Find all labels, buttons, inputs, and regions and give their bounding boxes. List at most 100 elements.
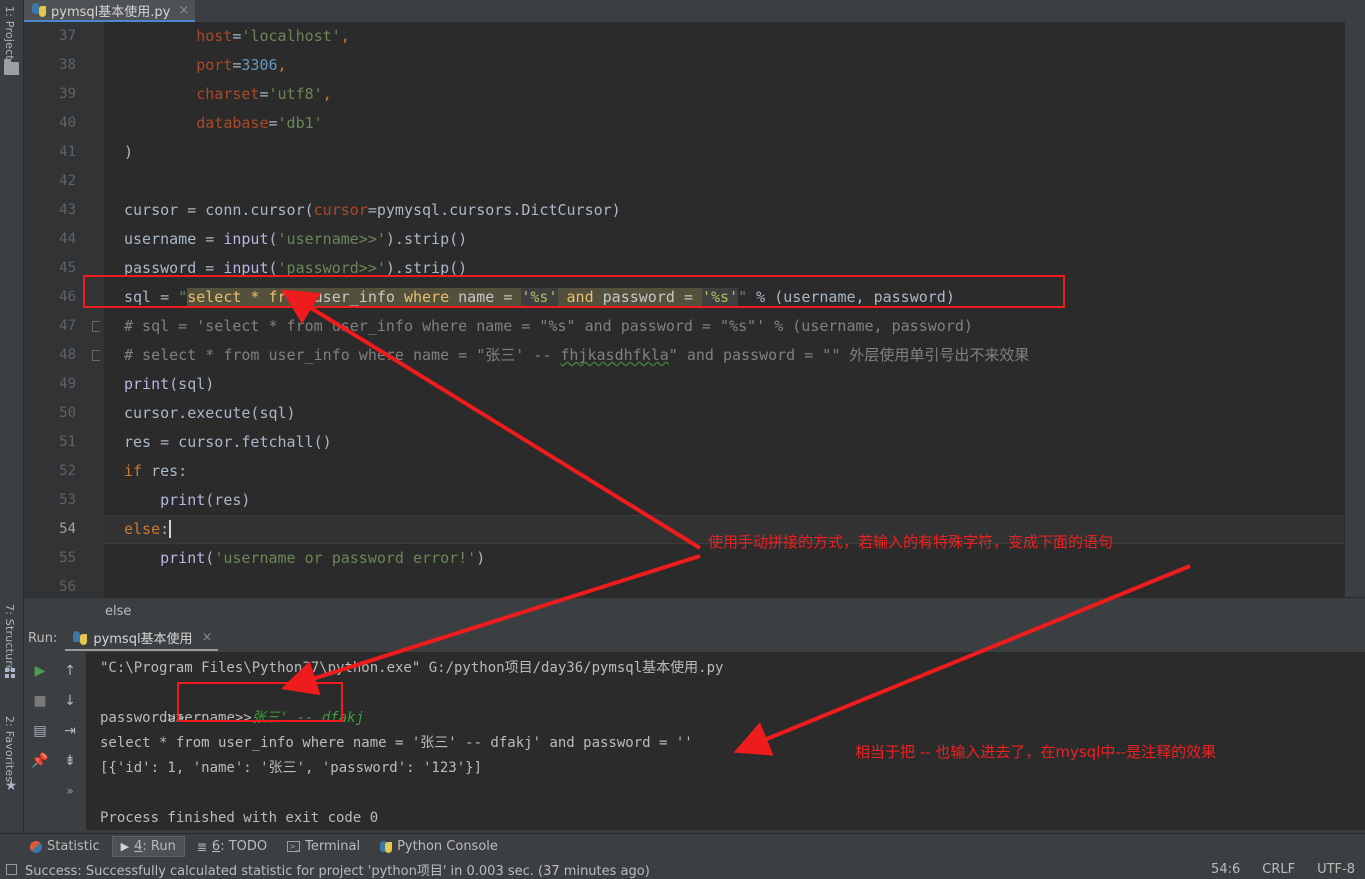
code-line[interactable]: port=3306, [104, 51, 1365, 80]
code-line[interactable]: charset='utf8', [104, 80, 1365, 109]
file-encoding[interactable]: UTF-8 [1317, 862, 1355, 877]
token-paren-open: ( [205, 549, 215, 567]
token-close-paren: ) [124, 143, 134, 161]
code-line-current[interactable]: else: [104, 515, 1365, 544]
token-comment-48-c: " and password = "" 外层使用单引号出不来效果 [668, 346, 1030, 364]
token-strip-call: ).strip() [385, 259, 468, 277]
rerun-button[interactable]: ▶ [26, 656, 54, 686]
code-line[interactable]: ) [104, 138, 1365, 167]
token-conn-cursor: conn.cursor( [205, 201, 314, 219]
more-button[interactable]: » [56, 776, 84, 806]
editor-scrollbar[interactable] [1344, 22, 1365, 597]
line-number: 49 [59, 376, 76, 392]
pin-button[interactable]: 📌 [26, 746, 54, 776]
bottom-item-run[interactable]: ▶ 4: Run [111, 836, 185, 857]
caret-position[interactable]: 54:6 [1211, 862, 1240, 877]
breadcrumb[interactable]: else [24, 597, 1365, 625]
run-console-output[interactable]: "C:\Program Files\Python37\python.exe" G… [86, 652, 1365, 830]
python-file-icon [32, 3, 46, 17]
token-host-value: 'localhost' [241, 27, 341, 45]
line-number: 39 [59, 86, 76, 102]
scroll-to-end-button[interactable]: ⇟ [56, 746, 84, 776]
token-sql-assign: sql = [124, 288, 179, 306]
console-line-username: username>>张三' -- dfakj [100, 681, 1365, 726]
code-line[interactable]: host='localhost', [104, 22, 1365, 51]
code-line[interactable] [104, 573, 1365, 597]
line-number: 45 [59, 260, 76, 276]
line-number: 43 [59, 202, 76, 218]
token-sql-eq: = [503, 288, 513, 306]
stop-button[interactable]: ■ [26, 686, 54, 716]
code-line[interactable]: database='db1' [104, 109, 1365, 138]
up-stacktrace-button[interactable]: ↑ [56, 656, 84, 686]
code-line[interactable]: res = cursor.fetchall() [104, 428, 1365, 457]
line-number: 53 [59, 492, 76, 508]
fold-marker-icon[interactable] [92, 350, 100, 361]
sidebar-item-favorites[interactable]: 2: Favorites [0, 712, 20, 786]
token-comment-48-typo: fhjkasdhfkla [560, 346, 669, 364]
code-line[interactable]: cursor = conn.cursor(cursor=pymysql.curs… [104, 196, 1365, 225]
code-line[interactable]: cursor.execute(sql) [104, 399, 1365, 428]
token-sql-placeholder-2: '%s' [702, 288, 739, 306]
code-line[interactable]: password = input('password>>').strip() [104, 254, 1365, 283]
code-line-comment[interactable]: # select * from user_info where name = "… [104, 341, 1365, 370]
run-window-header: Run: pymsql基本使用 × [24, 625, 1365, 652]
code-line-comment[interactable]: # sql = 'select * from user_info where n… [104, 312, 1365, 341]
python-config-icon [73, 630, 88, 645]
token-else-colon: : [160, 520, 170, 538]
line-number: 37 [59, 28, 76, 44]
folder-icon[interactable] [4, 59, 19, 75]
editor-tab-pymsql[interactable]: pymsql基本使用.py × [24, 0, 196, 22]
code-line[interactable]: if res: [104, 457, 1365, 486]
token-charset-value: 'utf8' [268, 85, 323, 103]
bottom-item-todo[interactable]: ≣ 6: TODO [189, 836, 275, 857]
editor-tab-bar: pymsql基本使用.py × [24, 0, 1365, 22]
code-line[interactable]: print(res) [104, 486, 1365, 515]
code-line[interactable]: print('username or password error!') [104, 544, 1365, 573]
bottom-item-terminal[interactable]: >_ Terminal [279, 836, 368, 857]
token-sql-star: * [250, 288, 260, 306]
close-icon[interactable]: × [202, 630, 213, 645]
run-config-tab[interactable]: pymsql基本使用 × [65, 626, 219, 651]
line-number: 47 [59, 318, 76, 334]
token-if-keyword: if [124, 462, 143, 480]
code-folding-gutter[interactable] [84, 22, 104, 597]
token-sql-eq: = [683, 288, 693, 306]
line-number: 56 [59, 579, 76, 595]
token-comment-47: # sql = 'select * from user_info where n… [124, 317, 973, 335]
code-editor[interactable]: 37 38 39 40 41 42 43 44 45 46 47 48 49 5… [24, 22, 1365, 597]
token-sql-select: select [187, 288, 242, 306]
token-database-value: 'db1' [277, 114, 323, 132]
print-button[interactable]: ▤ [26, 716, 54, 746]
code-text-area[interactable]: host='localhost', port=3306, charset='ut… [104, 22, 1365, 597]
code-line[interactable] [104, 167, 1365, 196]
console-line-finished: Process finished with exit code 0 [100, 810, 379, 826]
token-port-value: 3306 [241, 56, 278, 74]
bottom-item-statistic[interactable]: Statistic [22, 836, 108, 857]
console-line-command: "C:\Program Files\Python37\python.exe" G… [100, 660, 724, 676]
token-paren-close: ) [476, 549, 486, 567]
token-sql-and: and [566, 288, 594, 306]
close-icon[interactable]: × [178, 3, 189, 18]
todo-icon: ≣ [196, 839, 207, 854]
fold-marker-icon[interactable] [92, 321, 100, 332]
bottom-item-python-console[interactable]: Python Console [372, 836, 506, 857]
token-sql-name-col: name [458, 288, 495, 306]
code-line[interactable]: print(sql) [104, 370, 1365, 399]
structure-icon[interactable] [5, 668, 17, 679]
editor-tab-label: pymsql基本使用.py [51, 4, 171, 20]
token-sql-placeholder-1: '%s' [521, 288, 558, 306]
sidebar-item-structure[interactable]: 7: Structure [0, 600, 20, 676]
token-cursor-execute: cursor.execute(sql) [124, 404, 296, 422]
sidebar-structure-label: 7: Structure [3, 604, 16, 672]
sidebar-item-project[interactable]: 1: Project [0, 2, 20, 64]
code-line-sql[interactable]: sql = "select * from user_info where nam… [104, 283, 1365, 312]
status-indicator-icon[interactable] [6, 863, 17, 875]
line-separator[interactable]: CRLF [1262, 862, 1295, 877]
soft-wrap-button[interactable]: ⇥ [56, 716, 84, 746]
code-line[interactable]: username = input('username>>').strip() [104, 225, 1365, 254]
token-quote-open: " [178, 288, 188, 306]
star-icon[interactable]: ★ [4, 779, 18, 793]
down-stacktrace-button[interactable]: ↓ [56, 686, 84, 716]
line-number: 42 [59, 173, 76, 189]
